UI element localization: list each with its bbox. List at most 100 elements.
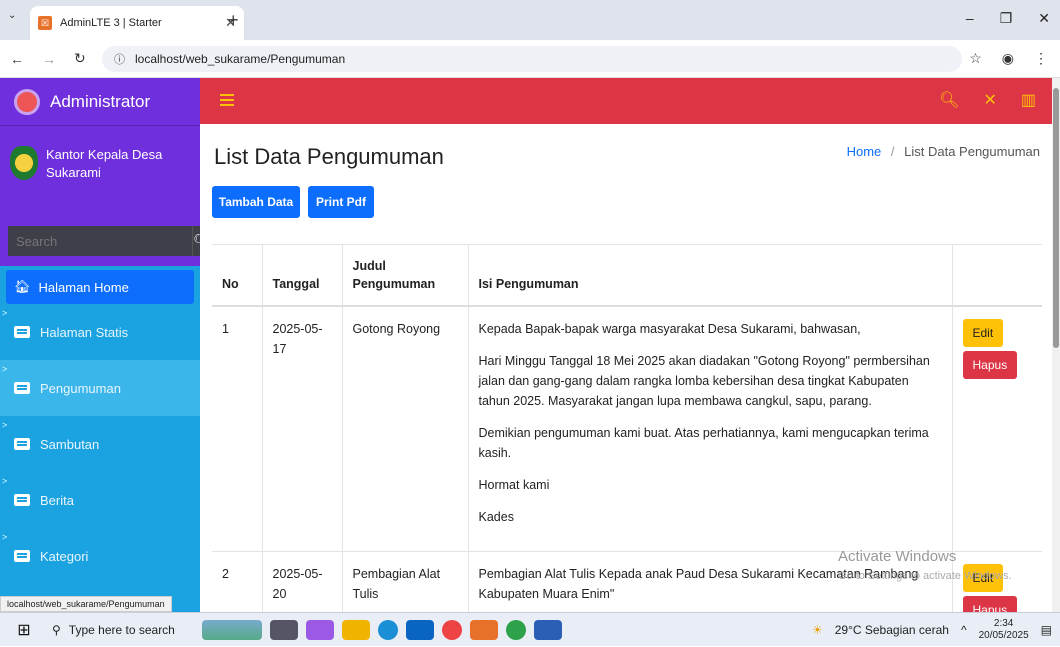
browser-tab-bar: ⌄ ☒ AdminLTE 3 | Starter ✕ + – ❐ ✕ — [0, 0, 1060, 40]
profile-icon[interactable]: ◉ — [1002, 50, 1014, 67]
user-panel[interactable]: Kantor Kepala Desa Sukarami — [0, 126, 200, 216]
page-title: List Data Pengumuman — [214, 144, 444, 169]
delete-button[interactable]: Hapus — [962, 351, 1018, 379]
sidebar-item-halaman-statis[interactable]: > Halaman Statis — [0, 304, 200, 360]
windows-start-icon[interactable]: ⊞ — [0, 613, 48, 647]
sidebar-item-berita[interactable]: > Berita — [0, 472, 200, 528]
close-window-icon[interactable]: ✕ — [1038, 10, 1050, 27]
caret-icon: > — [2, 476, 8, 486]
activate-windows-sub: Go to Settings to activate Windows. — [838, 570, 1012, 582]
sidebar-item-label: Sambutan — [40, 436, 100, 452]
caret-icon: > — [2, 364, 8, 374]
forward-icon[interactable]: → — [42, 51, 56, 67]
sidebar-item-label: Pengumuman — [40, 380, 121, 396]
table-header-row: No Tanggal Judul Pengumuman Isi Pengumum… — [212, 244, 1042, 307]
sidebar-item-pengumuman[interactable]: > Pengumuman — [0, 360, 200, 416]
isi-paragraph: Demikian pengumuman kami buat. Atas perh… — [478, 426, 929, 460]
navbar-search-icon[interactable]: 🔍︎ — [939, 90, 959, 110]
add-data-button[interactable]: Tambah Data — [212, 186, 300, 218]
cell-judul: Gotong Royong — [341, 306, 468, 552]
clock-time: 2:34 — [993, 618, 1014, 629]
sidebar-item-label: Halaman Statis — [40, 324, 129, 340]
search-icon[interactable]: 🔍︎ — [192, 226, 200, 256]
clock[interactable]: 2:34 20/05/2025 — [979, 618, 1029, 642]
site-info-icon[interactable]: ⓘ — [114, 51, 125, 67]
reload-icon[interactable]: ↻ — [74, 50, 86, 67]
cell-actions: Edit Hapus — [951, 306, 1042, 552]
caret-icon: > — [2, 420, 8, 430]
status-bar-url: localhost/web_sukarame/Pengumuman — [0, 596, 172, 612]
sidebar-item-label: Berita — [40, 492, 74, 508]
tab-title: AdminLTE 3 | Starter — [60, 17, 162, 29]
breadcrumb-home-link[interactable]: Home — [847, 144, 882, 159]
windows-taskbar: ⊞ ⚲ Type here to search ☀ 29°C Sebagian … — [0, 612, 1060, 646]
minimize-icon[interactable]: – — [966, 10, 974, 27]
breadcrumb-separator: / — [890, 144, 895, 159]
chrome-icon[interactable] — [506, 619, 526, 640]
caret-icon: > — [2, 532, 8, 542]
home-icon: 🏠︎ — [14, 279, 31, 294]
sidebar-item-home[interactable]: 🏠︎ Halaman Home — [6, 270, 194, 304]
sidebar-item-label: Kategori — [40, 548, 89, 564]
top-navbar: 🔍︎ ✕ ▥ — [200, 78, 1060, 124]
village-emblem-icon — [10, 146, 38, 180]
sidebar: Administrator Kantor Kepala Desa Sukaram… — [0, 78, 200, 612]
outlook-icon[interactable] — [406, 619, 434, 640]
xampp-icon[interactable] — [470, 619, 498, 640]
back-icon[interactable]: ← — [10, 51, 24, 67]
tab-list-icon[interactable]: ⌄ — [8, 10, 16, 21]
list-icon — [14, 326, 30, 338]
bookmark-star-icon[interactable]: ☆ — [969, 50, 982, 67]
isi-paragraph: Kades — [478, 510, 514, 524]
isi-paragraph: Hari Minggu Tanggal 18 Mei 2025 akan dia… — [478, 354, 930, 408]
copilot-icon[interactable] — [306, 619, 334, 640]
cell-isi: Kepada Bapak-bapak warga masyarakat Desa… — [467, 306, 952, 552]
weather-text[interactable]: 29°C Sebagian cerah — [835, 623, 949, 637]
column-header-no[interactable]: No — [212, 244, 262, 307]
menu-icon[interactable]: ⋮ — [1034, 50, 1048, 67]
brand-text: Administrator — [50, 91, 151, 111]
url-field[interactable]: ⓘ localhost/web_sukarame/Pengumuman — [102, 46, 962, 72]
edit-button[interactable]: Edit — [962, 319, 1004, 347]
column-header-action — [951, 244, 1042, 307]
column-header-judul[interactable]: Judul Pengumuman — [341, 244, 468, 307]
caret-icon: > — [2, 308, 8, 318]
weather-icon[interactable]: ☀ — [812, 623, 823, 637]
print-pdf-button[interactable]: Print Pdf — [308, 186, 374, 218]
hamburger-menu-icon[interactable] — [220, 94, 234, 106]
user-name: Kantor Kepala Desa Sukarami — [46, 147, 163, 180]
sidebar-search: 🔍︎ — [0, 216, 200, 266]
cell-no: 1 — [212, 306, 262, 552]
tray-chevron-icon[interactable]: ^ — [961, 623, 967, 637]
system-tray: ☀ 29°C Sebagian cerah ^ 2:34 20/05/2025 … — [812, 613, 1052, 647]
clock-date: 20/05/2025 — [978, 630, 1029, 641]
brand-logo-icon — [14, 88, 40, 115]
column-header-isi[interactable]: Isi Pengumuman — [467, 244, 952, 307]
new-tab-icon[interactable]: + — [228, 10, 239, 31]
list-icon — [14, 382, 30, 394]
restore-icon[interactable]: ❐ — [1000, 10, 1013, 27]
sidebar-item-sambutan[interactable]: > Sambutan — [0, 416, 200, 472]
word-icon[interactable] — [534, 619, 562, 640]
task-view-icon[interactable] — [270, 619, 298, 640]
fullscreen-icon[interactable]: ✕ — [983, 90, 996, 110]
url-text: localhost/web_sukarame/Pengumuman — [135, 52, 346, 66]
notification-icon[interactable]: ▤ — [1041, 623, 1052, 637]
sidebar-item-kategori[interactable]: > Kategori — [0, 528, 200, 584]
taskbar-search-text: Type here to search — [68, 622, 175, 637]
news-widget-icon[interactable] — [202, 619, 262, 640]
sidebar-search-input[interactable] — [8, 226, 192, 256]
page-scrollbar[interactable] — [1052, 78, 1060, 612]
breadcrumb: Home / List Data Pengumuman — [847, 144, 1040, 159]
brand-link[interactable]: Administrator — [0, 78, 200, 126]
control-sidebar-icon[interactable]: ▥ — [1021, 90, 1036, 110]
edge-icon[interactable] — [378, 619, 398, 640]
list-icon — [14, 438, 30, 450]
taskbar-search-icon: ⚲ — [52, 622, 61, 637]
column-header-tanggal[interactable]: Tanggal — [261, 244, 342, 307]
taskbar-search[interactable]: ⚲ Type here to search — [48, 613, 198, 647]
file-explorer-icon[interactable] — [342, 619, 370, 640]
browser-tab[interactable]: ☒ AdminLTE 3 | Starter ✕ — [30, 6, 244, 40]
scrollbar-thumb[interactable] — [1053, 88, 1059, 348]
firefox-icon[interactable] — [442, 619, 462, 640]
